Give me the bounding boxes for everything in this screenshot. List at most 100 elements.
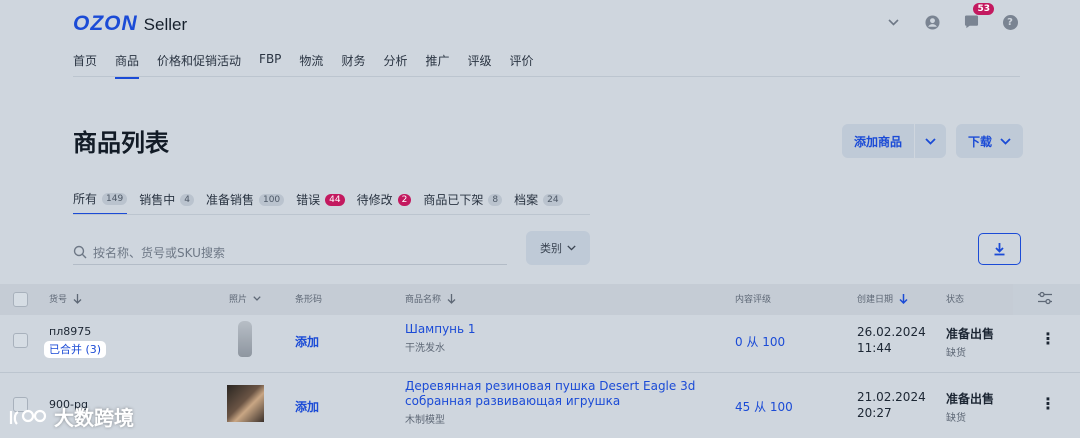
nav-divider [73, 76, 1020, 77]
search-input[interactable]: 按名称、货号或SKU搜索 [73, 240, 507, 265]
header-created-label: 创建日期 [857, 295, 894, 305]
tab-needs-fix[interactable]: 待修改 2 [357, 190, 412, 215]
tabs-divider [73, 214, 590, 215]
header-status-label: 状态 [946, 295, 965, 305]
table-header: 货号 照片 条形码 商品名称 内容评级 创建日期 状态 [0, 284, 1080, 315]
tab-on-sale[interactable]: 销售中 4 [139, 190, 194, 215]
search-icon [73, 245, 87, 259]
header-name[interactable]: 商品名称 [405, 292, 456, 305]
status-cell: 准备出售 缺货 [946, 325, 994, 359]
add-product-dropdown[interactable] [915, 124, 947, 158]
product-photo[interactable] [238, 321, 252, 357]
tab-all[interactable]: 所有 149 [73, 190, 128, 215]
tab-errors[interactable]: 错误 44 [296, 190, 345, 215]
header-photo[interactable]: 照片 [229, 292, 261, 305]
nav-item-analytics[interactable]: 分析 [383, 52, 407, 79]
ozon-seller-logo[interactable]: OZON Seller [73, 12, 187, 36]
chevron-down-icon [567, 245, 576, 251]
category-filter-button[interactable]: 类别 [526, 231, 590, 265]
account-icon[interactable] [922, 12, 942, 32]
nav-item-logistics[interactable]: 物流 [299, 52, 323, 79]
column-settings-icon[interactable] [1037, 290, 1053, 309]
created-date: 26.02.2024 [857, 325, 926, 339]
content-rating-link[interactable]: 45 从 100 [735, 398, 793, 415]
merged-label: 已合并 (3) [44, 341, 107, 358]
header-photo-label: 照片 [229, 295, 248, 305]
tab-label: 错误 [296, 193, 321, 207]
more-actions-icon[interactable]: ⋮ [1040, 394, 1056, 413]
product-name-link[interactable]: Шампунь 1 [405, 322, 476, 336]
tab-label: 待修改 [356, 193, 393, 207]
status-cell: 准备出售 缺货 [946, 390, 994, 424]
more-actions-icon[interactable]: ⋮ [1040, 329, 1056, 348]
sku-value: пл8975 [49, 325, 92, 338]
tab-archive[interactable]: 档案 24 [514, 190, 563, 215]
add-barcode-link[interactable]: 添加 [295, 398, 319, 415]
tab-label: 商品已下架 [423, 193, 484, 207]
tab-count: 100 [258, 193, 285, 206]
header-barcode-label: 条形码 [295, 295, 323, 305]
chevron-down-icon [1000, 137, 1011, 145]
nav-item-rating[interactable]: 评级 [467, 52, 491, 79]
table-row[interactable]: 900-pg 添加 Деревянная резиновая пушка Des… [0, 373, 1080, 438]
header-name-label: 商品名称 [405, 295, 442, 305]
table-row[interactable]: пл8975 已合并 (3) 添加 Шампунь 1 干洗发水 0 从 100… [0, 315, 1080, 373]
tab-count: 8 [488, 193, 503, 206]
chevron-down-icon[interactable] [883, 12, 903, 32]
sort-arrow-icon [899, 293, 908, 304]
merged-pill[interactable]: 已合并 (3) [44, 338, 107, 358]
nav-item-fbp[interactable]: FBP [259, 52, 281, 79]
chevron-down-icon [925, 137, 936, 145]
created-time: 11:44 [857, 341, 892, 355]
notification-badge: 53 [973, 3, 994, 15]
product-photo[interactable] [227, 385, 264, 422]
product-name-line1[interactable]: Деревянная резиновая пушка Desert Eagle … [405, 379, 695, 393]
sku-cell: пл8975 [49, 325, 91, 338]
nav-item-products[interactable]: 商品 [115, 52, 140, 79]
add-barcode-link[interactable]: 添加 [295, 333, 319, 350]
tab-label: 所有 [73, 192, 98, 206]
nav-item-home[interactable]: 首页 [73, 52, 97, 79]
nav-item-finance[interactable]: 财务 [341, 52, 365, 79]
sort-arrow-icon [73, 293, 82, 304]
header-barcode: 条形码 [295, 292, 322, 305]
watermark-logo-icon [9, 409, 47, 425]
tab-ready-for-sale[interactable]: 准备销售 100 [206, 190, 285, 215]
nav-item-reviews[interactable]: 评价 [510, 52, 534, 79]
product-name: Seller [143, 15, 188, 34]
product-name-line2[interactable]: собранная развивающая игрушка [405, 394, 695, 408]
header-icons: 53 ? [883, 3, 1020, 32]
brand-name: OZON [73, 12, 138, 35]
help-icon[interactable]: ? [1000, 12, 1020, 32]
add-product-button[interactable]: 添加商品 [842, 124, 915, 158]
add-product-group: 添加商品 [842, 124, 947, 158]
created-cell: 21.02.2024 20:27 [857, 390, 926, 420]
tab-label: 销售中 [139, 193, 176, 207]
product-category: 木制模型 [405, 415, 445, 426]
main-nav: 首页 商品 价格和促销活动 FBP 物流 财务 分析 推广 评级 评价 [73, 52, 552, 79]
chat-icon[interactable]: 53 [961, 3, 994, 32]
tab-count: 2 [397, 193, 412, 206]
content-rating-link[interactable]: 0 从 100 [735, 333, 785, 350]
search-placeholder: 按名称、货号或SKU搜索 [93, 245, 225, 260]
product-category: 干洗发水 [405, 343, 445, 354]
created-time: 20:27 [857, 406, 892, 420]
download-button[interactable]: 下载 [956, 124, 1024, 158]
tab-count: 4 [180, 193, 194, 206]
sort-arrow-icon [447, 293, 456, 304]
header-created[interactable]: 创建日期 [857, 292, 908, 305]
nav-item-promotion[interactable]: 推广 [425, 52, 449, 79]
created-date: 21.02.2024 [857, 390, 926, 404]
header-sku[interactable]: 货号 [49, 292, 82, 305]
page-title: 商品列表 [73, 129, 169, 157]
tab-removed[interactable]: 商品已下架 8 [423, 190, 503, 215]
nav-item-pricing[interactable]: 价格和促销活动 [157, 52, 241, 79]
export-download-button[interactable] [978, 233, 1021, 265]
header-status: 状态 [946, 292, 964, 305]
tab-count: 44 [325, 193, 345, 206]
row-checkbox[interactable] [13, 333, 28, 348]
name-cell: Деревянная резиновая пушка Desert Eagle … [405, 379, 695, 426]
substatus-value: 缺货 [946, 413, 966, 424]
category-label: 类别 [540, 242, 562, 255]
select-all-checkbox[interactable] [13, 292, 28, 307]
